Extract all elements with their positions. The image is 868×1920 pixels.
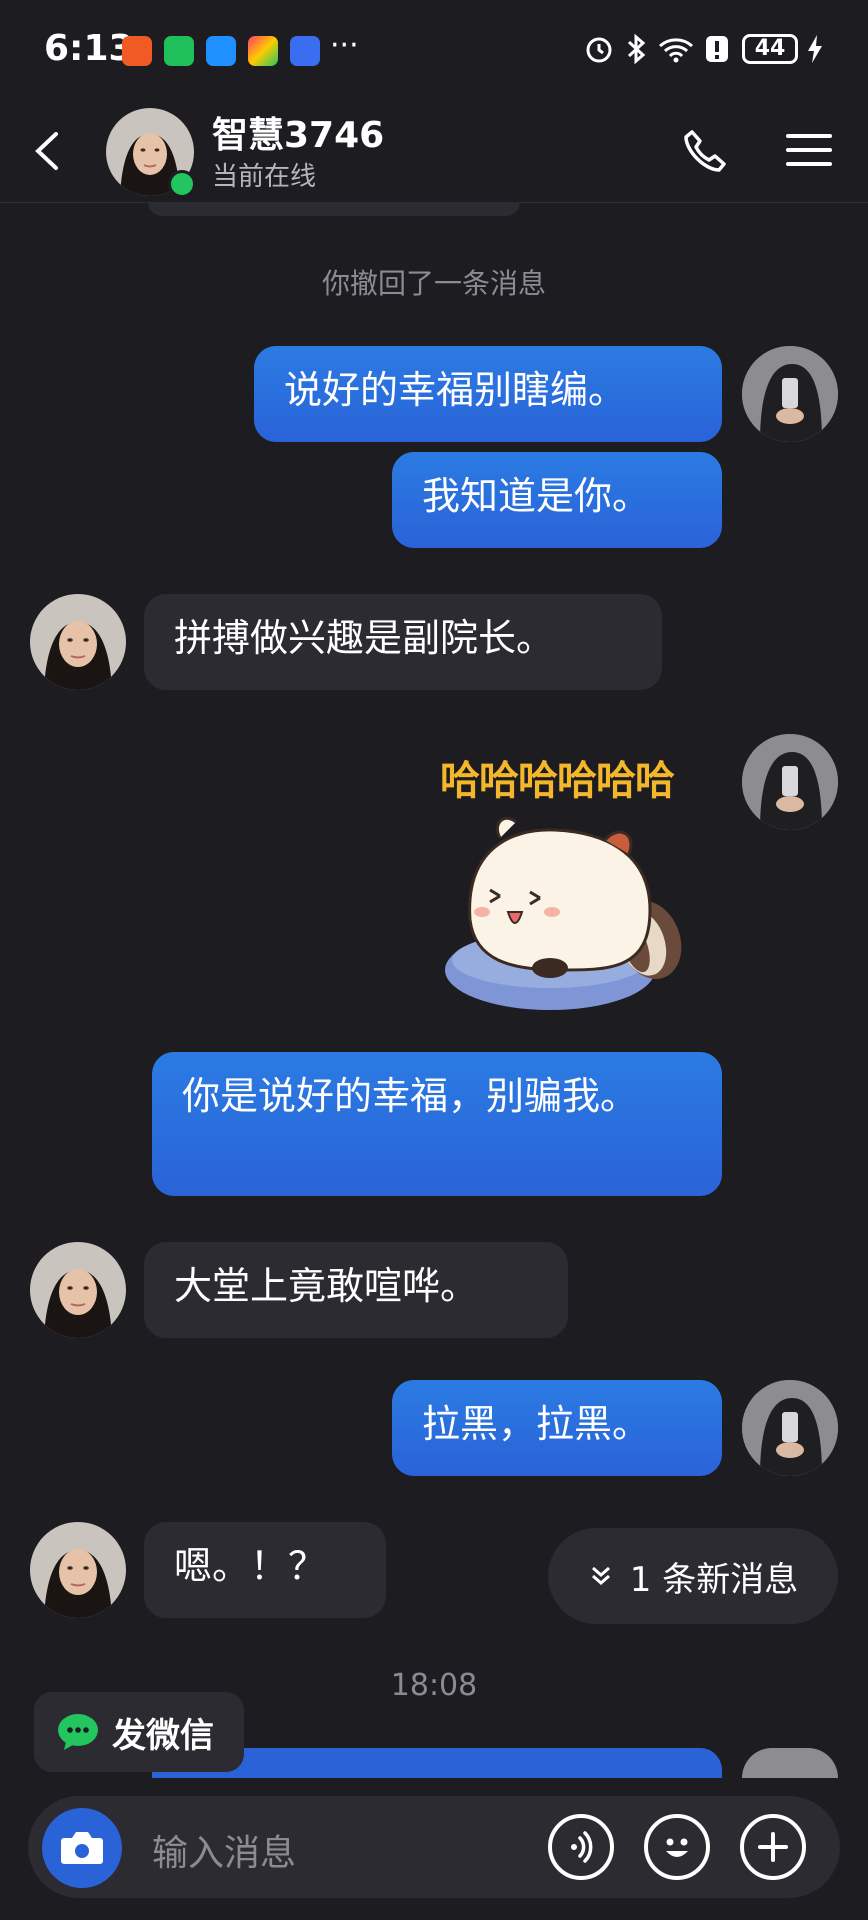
online-status-indicator bbox=[168, 170, 196, 198]
outgoing-message[interactable]: 说好的幸福别瞎编。 bbox=[254, 346, 722, 442]
incoming-message[interactable]: 拼搏做兴趣是副院长。 bbox=[144, 594, 662, 690]
charging-icon bbox=[806, 34, 824, 71]
contact-avatar[interactable] bbox=[30, 1522, 126, 1618]
my-avatar[interactable] bbox=[742, 346, 838, 442]
previous-message-bubble bbox=[148, 202, 520, 216]
message-input[interactable]: 输入消息 bbox=[152, 1824, 296, 1876]
contact-avatar[interactable] bbox=[30, 1242, 126, 1338]
back-button[interactable] bbox=[26, 128, 72, 174]
my-avatar[interactable] bbox=[742, 1380, 838, 1476]
voice-input-button[interactable] bbox=[548, 1814, 614, 1880]
phone-call-icon[interactable] bbox=[678, 126, 730, 178]
contact-status: 当前在线 bbox=[212, 162, 317, 192]
message-input-bar bbox=[28, 1796, 840, 1898]
send-wechat-button[interactable]: 发微信 bbox=[34, 1692, 244, 1772]
menu-icon[interactable] bbox=[786, 130, 832, 170]
contact-name: 智慧3746 bbox=[212, 115, 385, 156]
status-time: 6:13 bbox=[44, 28, 134, 69]
new-messages-button[interactable]: 1 条新消息 bbox=[548, 1528, 838, 1624]
outgoing-message[interactable]: 拉黑，拉黑。 bbox=[392, 1380, 722, 1476]
voice-icon bbox=[571, 1831, 593, 1863]
my-avatar bbox=[742, 1748, 838, 1778]
search-app-icon bbox=[206, 36, 236, 66]
send-wechat-label: 发微信 bbox=[112, 1715, 214, 1756]
double-chevron-down-icon bbox=[591, 1566, 610, 1585]
battery-level: 44 bbox=[742, 34, 798, 64]
wechat-icon bbox=[58, 1714, 98, 1750]
app-notification-icon bbox=[164, 36, 194, 66]
app-notification-icon bbox=[248, 36, 278, 66]
app-notification-icon bbox=[122, 36, 152, 66]
alert-icon bbox=[704, 34, 730, 71]
contact-avatar[interactable] bbox=[30, 594, 126, 690]
sticker-caption: 哈哈哈哈哈哈 bbox=[440, 758, 675, 804]
alarm-icon bbox=[584, 34, 614, 71]
my-avatar[interactable] bbox=[742, 734, 838, 830]
emoji-icon bbox=[666, 1838, 688, 1857]
camera-button[interactable] bbox=[42, 1808, 122, 1888]
system-recall-notice: 你撤回了一条消息 bbox=[321, 267, 546, 300]
outgoing-message[interactable]: 你是说好的幸福，别骗我。 bbox=[152, 1052, 722, 1196]
new-messages-label: 1 条新消息 bbox=[629, 1559, 799, 1600]
outgoing-message[interactable]: 我知道是你。 bbox=[392, 452, 722, 548]
emoji-button[interactable] bbox=[644, 1814, 710, 1880]
plus-icon bbox=[758, 1832, 788, 1862]
incoming-message[interactable]: 嗯。！？ bbox=[144, 1522, 386, 1618]
panda-sticker[interactable] bbox=[440, 800, 720, 1020]
wifi-icon bbox=[656, 34, 696, 71]
more-notifications-icon: ··· bbox=[330, 28, 359, 63]
baidu-app-icon bbox=[290, 36, 320, 66]
add-attachment-button[interactable] bbox=[740, 1814, 806, 1880]
camera-icon bbox=[61, 1832, 103, 1864]
bluetooth-icon bbox=[624, 33, 648, 71]
incoming-message[interactable]: 大堂上竟敢喧哗。 bbox=[144, 1242, 568, 1338]
